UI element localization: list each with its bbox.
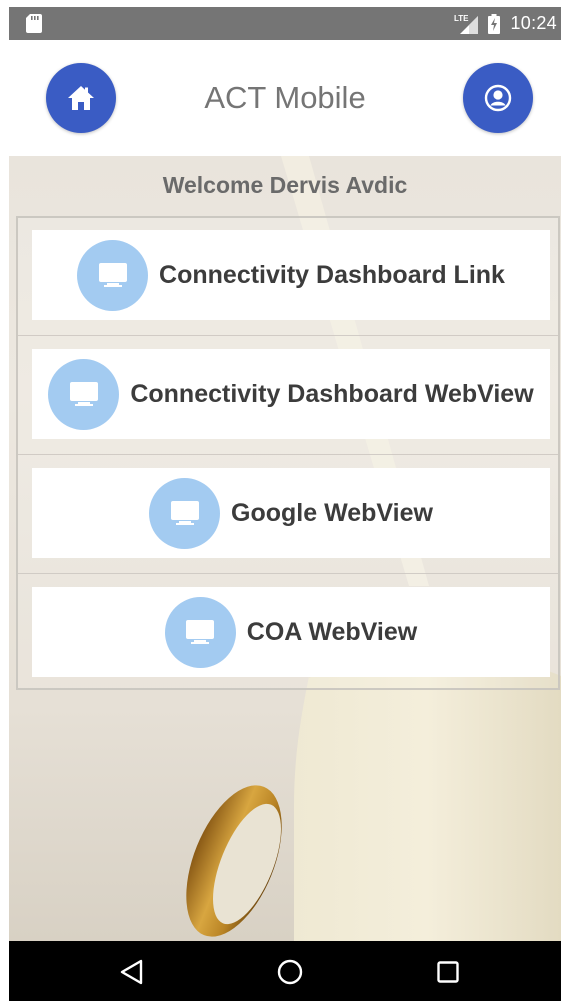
menu-item-connectivity-dashboard-webview[interactable]: Connectivity Dashboard WebView xyxy=(32,349,550,439)
home-circle-icon xyxy=(277,959,303,985)
sd-card-icon xyxy=(26,14,42,33)
profile-button[interactable] xyxy=(463,63,533,133)
svg-text:LTE: LTE xyxy=(454,14,469,23)
system-nav-bar xyxy=(9,941,561,1001)
status-indicators: LTE 10:24 xyxy=(454,7,561,40)
monitor-icon xyxy=(48,358,120,430)
back-triangle-icon xyxy=(120,959,143,985)
menu-item-label: Google WebView xyxy=(231,498,433,527)
signal-icon: LTE xyxy=(454,14,479,34)
menu-item-google-webview[interactable]: Google WebView xyxy=(32,468,550,558)
menu-item-connectivity-dashboard-link[interactable]: Connectivity Dashboard Link xyxy=(32,230,550,320)
divider xyxy=(18,573,558,574)
menu-panel: Connectivity Dashboard Link Connectivity… xyxy=(16,216,560,690)
back-button[interactable] xyxy=(115,955,149,989)
status-bar: LTE 10:24 xyxy=(9,7,561,40)
user-icon xyxy=(484,84,512,112)
clock: 10:24 xyxy=(510,13,557,33)
nav-home-button[interactable] xyxy=(273,955,307,989)
phone-screen: LTE 10:24 ACT Mobile Welcome Dervis Avdi… xyxy=(9,7,561,1001)
monitor-icon xyxy=(164,596,236,668)
menu-item-coa-webview[interactable]: COA WebView xyxy=(32,587,550,677)
monitor-icon xyxy=(149,477,221,549)
divider xyxy=(18,335,558,336)
battery-charging-icon xyxy=(488,13,501,34)
recents-square-icon xyxy=(437,961,459,983)
divider xyxy=(18,454,558,455)
menu-item-label: COA WebView xyxy=(246,617,418,646)
app-header: ACT Mobile xyxy=(9,40,561,156)
main-content: Welcome Dervis Avdic Connectivity Dashbo… xyxy=(9,156,561,941)
monitor-icon xyxy=(77,239,149,311)
welcome-message: Welcome Dervis Avdic xyxy=(162,172,408,198)
menu-item-label: Connectivity Dashboard Link xyxy=(159,260,505,289)
recents-button[interactable] xyxy=(431,955,465,989)
menu-item-label: Connectivity Dashboard WebView xyxy=(130,379,534,408)
